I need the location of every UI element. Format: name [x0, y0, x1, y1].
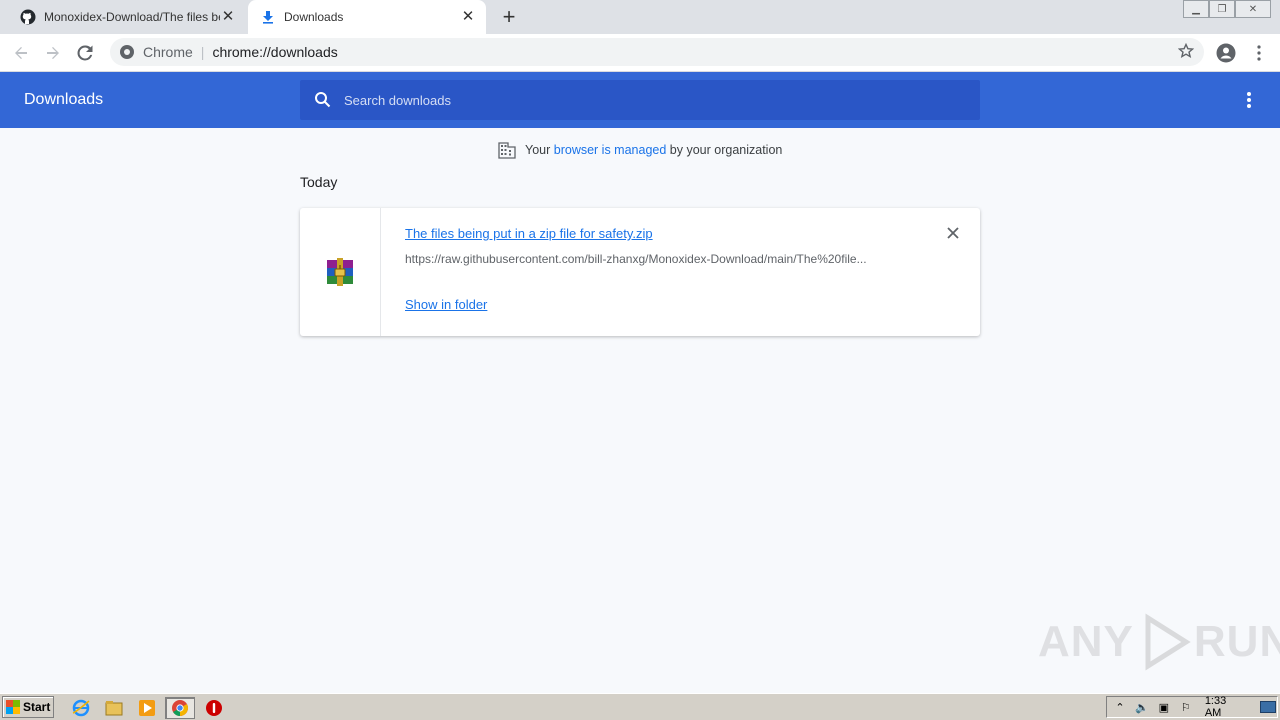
- chrome-menu-button[interactable]: [1248, 42, 1270, 64]
- profile-button[interactable]: [1215, 42, 1237, 64]
- managed-link[interactable]: browser is managed: [554, 143, 667, 157]
- kebab-menu-icon: [1257, 45, 1261, 61]
- download-filename-link[interactable]: The files being put in a zip file for sa…: [405, 226, 653, 241]
- volume-icon[interactable]: 🔈: [1133, 699, 1151, 715]
- downloads-header: Downloads: [0, 72, 1280, 128]
- tray-expand-icon[interactable]: ⌃: [1111, 699, 1129, 715]
- download-source-url[interactable]: https://raw.githubusercontent.com/bill-z…: [405, 252, 905, 266]
- media-player-icon[interactable]: [136, 697, 158, 719]
- url-text: chrome://downloads: [212, 44, 338, 60]
- reload-icon: [77, 45, 93, 61]
- page-title: Downloads: [24, 91, 104, 108]
- github-icon: [20, 9, 36, 25]
- separator: |: [200, 44, 205, 60]
- internet-explorer-icon[interactable]: [70, 697, 92, 719]
- building-icon: [498, 142, 516, 159]
- start-button[interactable]: Start: [2, 696, 54, 718]
- bookmark-star-icon[interactable]: [1177, 42, 1195, 62]
- winrar-archive-icon[interactable]: [324, 256, 356, 288]
- managed-notice: Your browser is managed by your organiza…: [498, 141, 782, 159]
- show-desktop-icon[interactable]: [1259, 699, 1277, 715]
- tab-github[interactable]: Monoxidex-Download/The files being put i…: [8, 0, 246, 34]
- search-icon: [315, 92, 331, 108]
- account-icon: [1216, 43, 1236, 63]
- tab-title: Monoxidex-Download/The files being put i…: [44, 10, 220, 24]
- windows-taskbar: Start ⌃ 🔈 ▣ ⚐ 1:33 AM: [0, 693, 1280, 720]
- close-icon[interactable]: ✕: [460, 9, 476, 25]
- file-icon-column: [300, 208, 381, 336]
- windows-logo-icon: [6, 700, 20, 714]
- arrow-left-icon: [15, 47, 27, 59]
- tab-strip: Monoxidex-Download/The files being put i…: [0, 0, 1280, 34]
- reload-button[interactable]: [74, 42, 96, 64]
- play-logo-icon: [1145, 613, 1191, 671]
- address-bar[interactable]: Chrome | chrome://downloads: [110, 38, 1204, 66]
- arrow-right-icon: [47, 47, 59, 59]
- system-tray: ⌃ 🔈 ▣ ⚐ 1:33 AM: [1106, 695, 1278, 719]
- site-label: Chrome: [143, 44, 193, 60]
- restore-icon: ❐: [1217, 3, 1227, 15]
- minimize-icon: ▁: [1192, 3, 1200, 15]
- download-icon: [260, 9, 276, 25]
- new-tab-button[interactable]: +: [498, 6, 520, 28]
- tab-downloads[interactable]: Downloads ✕: [248, 0, 486, 34]
- watermark-right: RUN: [1193, 617, 1280, 666]
- stop-app-icon[interactable]: [203, 697, 225, 719]
- restore-button[interactable]: ❐: [1209, 0, 1235, 18]
- search-box[interactable]: [300, 80, 980, 120]
- show-in-folder-link[interactable]: Show in folder: [405, 297, 487, 312]
- tab-title: Downloads: [284, 10, 344, 24]
- managed-prefix: Your: [525, 143, 551, 157]
- chrome-taskbar-icon[interactable]: [165, 697, 195, 719]
- browser-toolbar: Chrome | chrome://downloads: [0, 34, 1280, 72]
- anyrun-watermark: ANY RUN: [1038, 612, 1280, 672]
- minimize-button[interactable]: ▁: [1183, 0, 1209, 18]
- network-icon[interactable]: ▣: [1155, 699, 1173, 715]
- remove-download-icon[interactable]: [946, 226, 960, 240]
- chrome-icon: [120, 45, 134, 59]
- back-button[interactable]: [10, 42, 32, 64]
- watermark-left: ANY: [1038, 617, 1134, 666]
- search-input[interactable]: [344, 92, 944, 108]
- download-item: The files being put in a zip file for sa…: [300, 208, 980, 336]
- forward-button[interactable]: [42, 42, 64, 64]
- close-icon: ✕: [1248, 3, 1258, 15]
- downloads-menu-button[interactable]: [1246, 92, 1252, 108]
- start-label: Start: [23, 700, 51, 714]
- file-explorer-icon[interactable]: [103, 697, 125, 719]
- window-close-button[interactable]: ✕: [1235, 0, 1271, 18]
- clock[interactable]: 1:33 AM: [1205, 695, 1245, 719]
- action-center-flag-icon[interactable]: ⚐: [1177, 699, 1195, 715]
- date-section-label: Today: [300, 174, 338, 190]
- close-icon[interactable]: ✕: [220, 9, 236, 25]
- managed-suffix: by your organization: [669, 143, 783, 157]
